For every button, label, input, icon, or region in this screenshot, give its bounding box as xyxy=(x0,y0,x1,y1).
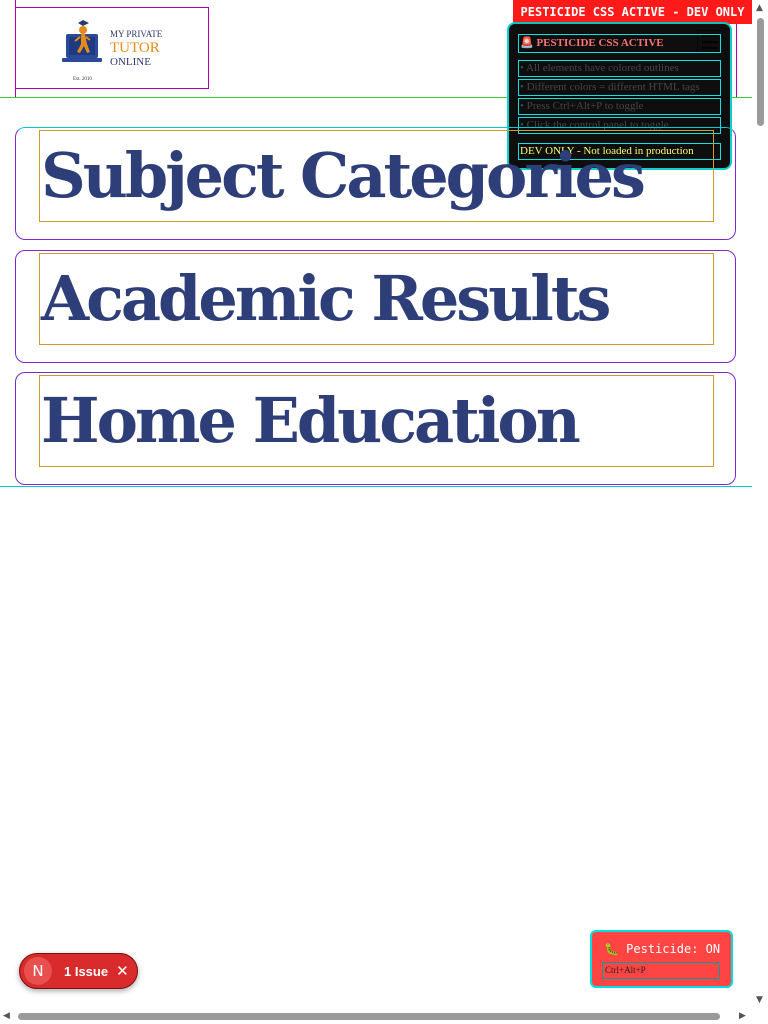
section-heading: Academic Results xyxy=(41,262,611,335)
heading-box: Home Education xyxy=(39,375,714,467)
info-panel-item: • Different colors = different HTML tags xyxy=(518,79,721,96)
scroll-right-arrow-icon[interactable]: ▶ xyxy=(739,1011,746,1021)
pesticide-shortcut: Ctrl+Alt+P xyxy=(602,962,720,979)
logo-line-my-private: MY PRIVATE xyxy=(110,29,163,39)
section-heading: Home Education xyxy=(41,384,581,457)
info-panel-item: • All elements have colored outlines xyxy=(518,60,721,77)
vertical-scroll-thumb[interactable] xyxy=(757,18,764,126)
issues-badge[interactable]: N 1 Issue ✕ xyxy=(19,953,138,989)
academic-results-section[interactable]: Academic Results xyxy=(15,250,736,363)
scroll-up-arrow-icon[interactable]: ▲ xyxy=(756,3,763,13)
heading-box: Academic Results xyxy=(39,253,714,345)
dev-only-banner: PESTICIDE CSS ACTIVE - DEV ONLY xyxy=(513,0,752,24)
heading-box: Subject Categories xyxy=(39,130,714,222)
logo-line-tutor: TUTOR xyxy=(110,40,160,56)
logo-line-online: ONLINE xyxy=(110,56,151,68)
logo-link[interactable]: MY PRIVATE TUTOR ONLINE Est. 2010 xyxy=(15,7,209,89)
horizontal-scrollbar[interactable]: ◀ ▶ xyxy=(0,1008,752,1024)
scroll-left-arrow-icon[interactable]: ◀ xyxy=(3,1011,10,1021)
info-panel-item: • Press Ctrl+Alt+P to toggle xyxy=(518,98,721,115)
vertical-scrollbar[interactable]: ▲ ▼ xyxy=(752,0,768,1008)
scroll-down-arrow-icon[interactable]: ▼ xyxy=(756,995,763,1005)
info-panel-title: 🚨 PESTICIDE CSS ACTIVE xyxy=(518,34,721,53)
section-heading: Subject Categories xyxy=(41,139,646,212)
pesticide-status: 🐛 Pesticide: ON xyxy=(604,942,721,956)
next-logo-icon: N xyxy=(24,957,52,985)
subject-categories-section[interactable]: Subject Categories xyxy=(15,127,736,240)
logo-established: Est. 2010 xyxy=(73,77,92,82)
pesticide-toggle-button[interactable]: 🐛 Pesticide: ON Ctrl+Alt+P xyxy=(590,930,733,988)
tutor-laptop-icon xyxy=(62,20,102,62)
close-icon[interactable]: ✕ xyxy=(116,962,129,980)
horizontal-scroll-thumb[interactable] xyxy=(18,1013,720,1020)
issues-count[interactable]: 1 Issue xyxy=(64,964,108,979)
content-bottom-outline xyxy=(0,486,752,487)
logo: MY PRIVATE TUTOR ONLINE Est. 2010 xyxy=(56,20,176,82)
home-education-section[interactable]: Home Education xyxy=(15,372,736,485)
